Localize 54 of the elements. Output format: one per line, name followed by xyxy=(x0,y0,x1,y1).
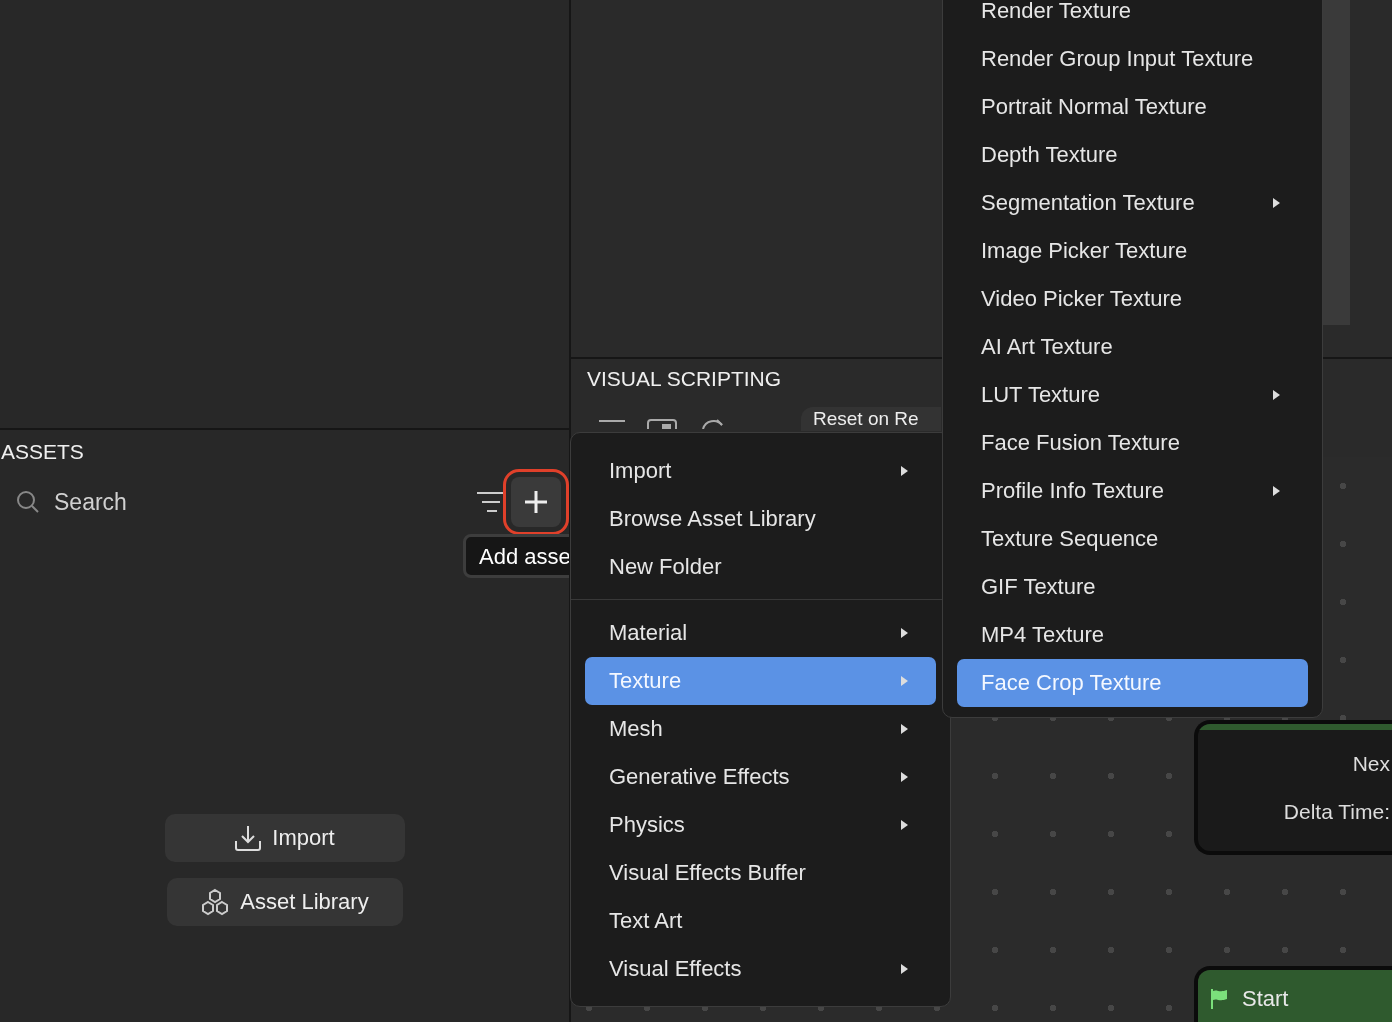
search-icon xyxy=(16,490,40,514)
menu-item[interactable]: Face Fusion Texture xyxy=(957,419,1308,467)
menu-item[interactable]: Segmentation Texture xyxy=(957,179,1308,227)
script-node[interactable]: Start xyxy=(1194,966,1392,1022)
menu-item[interactable]: Generative Effects xyxy=(585,753,936,801)
window-icon[interactable] xyxy=(647,419,677,429)
menu-item[interactable]: Visual Effects xyxy=(585,945,936,993)
caret-icon xyxy=(901,466,908,476)
menu-item[interactable]: Profile Info Texture xyxy=(957,467,1308,515)
menu-item[interactable]: AI Art Texture xyxy=(957,323,1308,371)
caret-icon xyxy=(901,724,908,734)
menu-item[interactable]: Texture Sequence xyxy=(957,515,1308,563)
menu-item[interactable]: Portrait Normal Texture xyxy=(957,83,1308,131)
plus-icon xyxy=(524,490,548,514)
menu-item[interactable]: LUT Texture xyxy=(957,371,1308,419)
search-field[interactable]: Search xyxy=(54,488,254,516)
toolbar-chip[interactable]: Reset on Re xyxy=(801,407,941,431)
caret-icon xyxy=(1273,198,1280,208)
menu-item[interactable]: Visual Effects Buffer xyxy=(585,849,936,897)
caret-icon xyxy=(901,772,908,782)
tooltip: Add asse xyxy=(463,534,569,578)
menu-item[interactable]: Text Art xyxy=(585,897,936,945)
script-node[interactable]: Nex Delta Time: xyxy=(1194,720,1392,855)
menu-item[interactable]: GIF Texture xyxy=(957,563,1308,611)
caret-icon xyxy=(901,820,908,830)
hexagons-icon xyxy=(200,888,231,916)
node-port-label: Delta Time: xyxy=(1282,799,1391,825)
menu-item[interactable]: Mesh xyxy=(585,705,936,753)
menu-item[interactable]: Video Picker Texture xyxy=(957,275,1308,323)
menu-item[interactable]: Render Texture xyxy=(957,0,1308,35)
menu-item[interactable]: Depth Texture xyxy=(957,131,1308,179)
scrollbar[interactable] xyxy=(1323,0,1350,325)
caret-icon xyxy=(901,628,908,638)
panel-title: VISUAL SCRIPTING xyxy=(587,367,782,391)
node-port-label: Nex xyxy=(1351,751,1391,777)
panel-button[interactable]: Asset Library xyxy=(166,878,403,926)
caret-icon xyxy=(1273,486,1280,496)
panel-button[interactable]: Import xyxy=(164,814,405,862)
menu-item[interactable]: Browse Asset Library xyxy=(585,495,936,543)
menu-item[interactable]: Physics xyxy=(585,801,936,849)
menu-item[interactable]: MP4 Texture xyxy=(957,611,1308,659)
menu-item[interactable]: Render Group Input Texture xyxy=(957,35,1308,83)
download-icon xyxy=(234,824,263,852)
filter-icon[interactable] xyxy=(477,491,503,513)
node-title: Start xyxy=(1242,986,1289,1012)
menu-item[interactable]: Image Picker Texture xyxy=(957,227,1308,275)
flag-icon xyxy=(1210,989,1228,1009)
menu-item[interactable]: Material xyxy=(585,609,936,657)
menu-item[interactable]: New Folder xyxy=(585,543,936,591)
caret-icon xyxy=(901,676,908,686)
caret-icon xyxy=(901,964,908,974)
caret-icon xyxy=(1273,390,1280,400)
panel-title: ASSETS xyxy=(0,439,85,465)
menu-item[interactable]: Import xyxy=(585,447,936,495)
